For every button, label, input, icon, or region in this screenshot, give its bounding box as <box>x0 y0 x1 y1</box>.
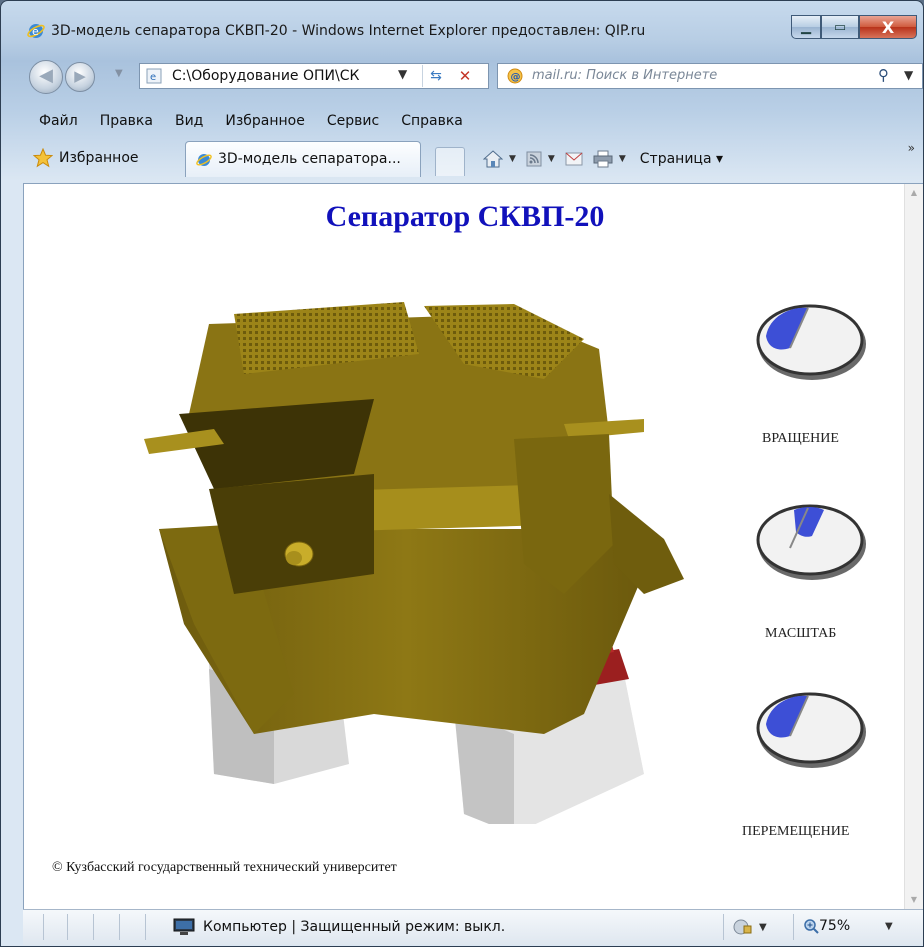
svg-text:@: @ <box>511 72 521 83</box>
protected-mode-button[interactable]: ▼ <box>733 918 767 936</box>
browser-window: e 3D-модель сепаратора СКВП-20 - Windows… <box>0 0 924 947</box>
print-icon <box>593 150 613 168</box>
status-divider <box>723 914 724 940</box>
control-zoom-label: МАСШТАБ <box>765 626 837 641</box>
mouse-left-button-icon <box>756 304 866 380</box>
refresh-icon: ⇆ <box>430 68 442 84</box>
forward-button[interactable]: ▶ <box>65 62 95 92</box>
search-options-dropdown[interactable]: ▼ <box>904 68 913 82</box>
security-zone[interactable]: Компьютер | Защищенный режим: выкл. <box>173 918 505 936</box>
stop-button[interactable]: ✕ <box>452 65 478 87</box>
favorites-button[interactable]: Избранное <box>33 145 139 171</box>
tab-active[interactable]: 3D-модель сепаратора... <box>185 141 421 177</box>
more-commands-chevron[interactable]: » <box>908 141 915 155</box>
menu-tools[interactable]: Сервис <box>316 108 390 134</box>
favorites-star-icon <box>33 148 53 168</box>
url-text[interactable]: C:\Оборудование ОПИ\СК <box>172 68 402 84</box>
address-bar[interactable]: e C:\Оборудование ОПИ\СК ▼ ⇆ ✕ <box>139 63 489 89</box>
mouse-middle-button-icon <box>756 504 866 580</box>
zoom-dropdown[interactable]: ▼ <box>885 921 893 932</box>
control-rotate-label: ВРАЩЕНИЕ <box>762 431 839 446</box>
page-title: Сепаратор СКВП-20 <box>325 200 605 233</box>
window-title: 3D-модель сепаратора СКВП-20 - Windows I… <box>51 23 646 39</box>
home-icon <box>483 150 503 168</box>
address-row: ◀ ▶ ▼ e C:\Оборудование ОПИ\СК ▼ ⇆ ✕ @ m… <box>1 57 923 95</box>
security-zone-text: Компьютер | Защищенный режим: выкл. <box>203 919 506 935</box>
page-menu-button[interactable]: Страница ▾ <box>636 151 723 167</box>
svg-text:e: e <box>32 25 39 38</box>
status-bar: Компьютер | Защищенный режим: выкл. ▼ 75… <box>23 909 923 945</box>
menu-view[interactable]: Вид <box>164 108 214 134</box>
title-bar: e 3D-модель сепаратора СКВП-20 - Windows… <box>1 1 923 45</box>
search-box[interactable]: @ mail.ru: Поиск в Интернете ⚲ ▼ <box>497 63 923 89</box>
menu-help[interactable]: Справка <box>390 108 474 134</box>
menu-edit[interactable]: Правка <box>89 108 164 134</box>
status-divider <box>43 914 44 940</box>
tab-label: 3D-модель сепаратора... <box>218 151 401 167</box>
back-icon: ◀ <box>39 65 53 86</box>
feeds-button[interactable]: ▼ <box>526 151 555 167</box>
control-pan-label: ПЕРЕМЕЩЕНИЕ <box>742 824 850 839</box>
minimize-icon: ▁ <box>801 19 811 35</box>
maximize-button[interactable]: ▭ <box>821 15 859 39</box>
mail-icon <box>565 152 583 166</box>
zoom-control[interactable]: 75% <box>803 918 850 934</box>
refresh-button[interactable]: ⇆ <box>422 65 449 87</box>
scroll-up-icon[interactable]: ▲ <box>905 184 923 202</box>
back-button[interactable]: ◀ <box>29 60 63 94</box>
status-divider <box>793 914 794 940</box>
menu-bar: Файл Правка Вид Избранное Сервис Справка <box>23 108 474 134</box>
search-icon[interactable]: ⚲ <box>878 66 889 84</box>
feeds-icon <box>526 151 542 167</box>
svg-text:e: e <box>150 72 156 83</box>
scroll-down-icon[interactable]: ▼ <box>905 891 923 909</box>
separator-3d-model[interactable] <box>44 294 684 824</box>
tab-row: Избранное 3D-модель сепаратора... ▼ ▼ ▼ … <box>23 139 923 179</box>
page-menu-label: Страница ▾ <box>639 151 723 167</box>
mail-button[interactable] <box>565 152 583 166</box>
menu-file[interactable]: Файл <box>23 108 89 134</box>
command-bar: ▼ ▼ ▼ Страница ▾ <box>483 147 733 171</box>
ie-icon: e <box>27 24 45 38</box>
menu-favorites[interactable]: Избранное <box>214 108 316 134</box>
zoom-level: 75% <box>819 918 851 934</box>
status-divider <box>67 914 68 940</box>
ie-tab-icon <box>196 154 212 166</box>
home-button[interactable]: ▼ <box>483 150 516 168</box>
print-button[interactable]: ▼ <box>593 150 626 168</box>
stop-icon: ✕ <box>458 67 472 85</box>
close-button[interactable]: X <box>859 15 917 39</box>
new-tab-button[interactable] <box>435 147 465 176</box>
lock-globe-icon <box>733 919 752 935</box>
search-input[interactable]: mail.ru: Поиск в Интернете <box>532 68 717 83</box>
favorites-label: Избранное <box>59 150 139 166</box>
status-divider <box>145 914 146 940</box>
maximize-icon: ▭ <box>833 19 847 35</box>
minimize-button[interactable]: ▁ <box>791 15 821 39</box>
forward-icon: ▶ <box>74 67 86 85</box>
page-content: Сепаратор СКВП-20 ВРАЩЕНИЕ МАСШТАБ ПЕРЕМ… <box>23 183 923 909</box>
copyright-text: © Кузбасский государственный технический… <box>52 860 397 875</box>
window-controls: ▁ ▭ X <box>791 15 917 41</box>
computer-icon <box>173 918 195 935</box>
recent-pages-dropdown[interactable]: ▼ <box>115 68 123 79</box>
vertical-scrollbar[interactable]: ▲ ▼ <box>904 184 923 909</box>
zoom-icon <box>804 919 819 934</box>
close-icon: X <box>881 17 895 37</box>
address-dropdown[interactable]: ▼ <box>398 67 407 81</box>
status-divider <box>119 914 120 940</box>
ie-page-icon: e <box>146 68 162 84</box>
status-divider <box>93 914 94 940</box>
search-provider-icon: @ <box>507 68 523 84</box>
mouse-right-button-icon <box>756 692 866 768</box>
